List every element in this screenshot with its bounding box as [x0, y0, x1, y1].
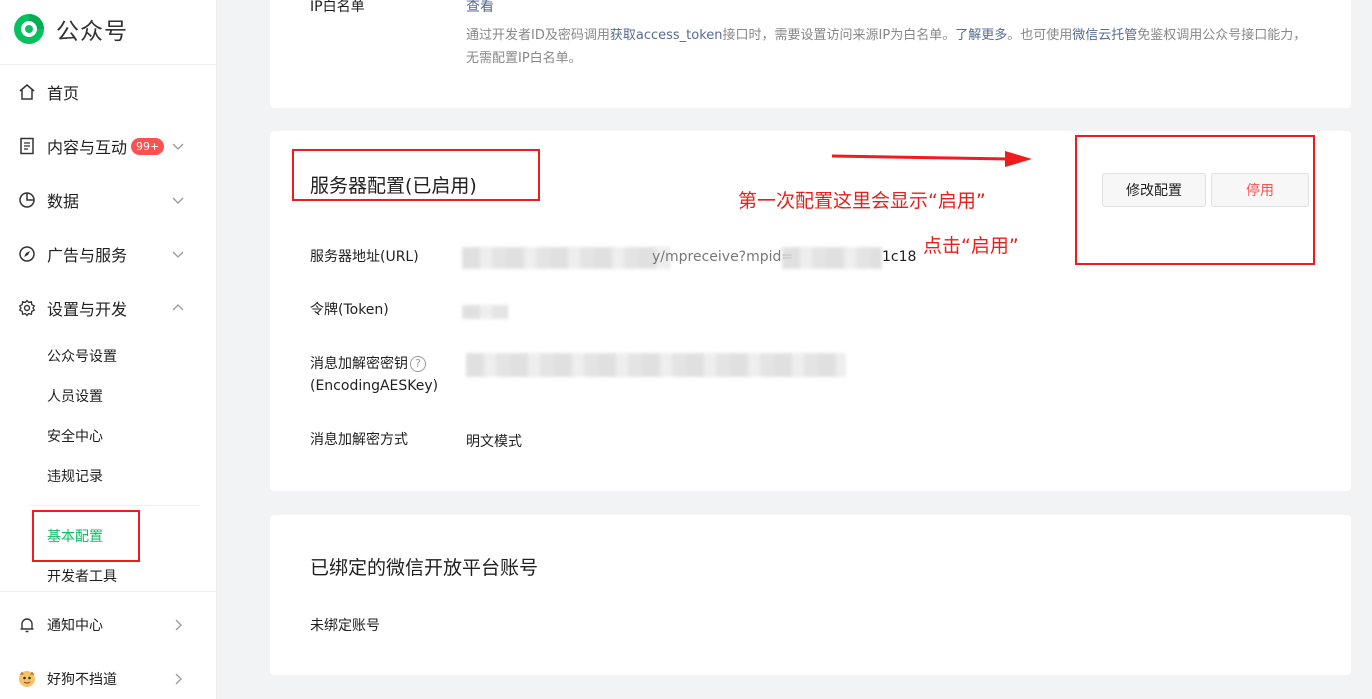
url-label: 服务器地址(URL) — [310, 249, 419, 265]
avatar — [18, 670, 36, 688]
nav-label: 好狗不挡道 — [47, 672, 117, 688]
nav-label: 内容与互动 — [47, 138, 128, 157]
bound-accounts-title: 已绑定的微信开放平台账号 — [310, 557, 539, 579]
sidebar: 公众号 首页 内容与互动 99+ 数据 广告与服务 设置与开发 公众号设置 人员… — [0, 0, 217, 699]
aes-key-label-line2: (EncodingAESKey) — [310, 378, 439, 394]
redacted-value — [466, 353, 846, 377]
nav-item-data[interactable]: 数据 — [0, 180, 217, 220]
nav-item-ads[interactable]: 广告与服务 — [0, 234, 217, 274]
chevron-up-icon — [172, 304, 184, 311]
chevron-down-icon — [172, 143, 184, 150]
bound-accounts-value: 未绑定账号 — [310, 618, 380, 634]
ip-whitelist-description: 通过开发者ID及密码调用获取access_token接口时，需要设置访问来源IP… — [466, 24, 1316, 70]
nav-item-content[interactable]: 内容与互动 99+ — [0, 126, 217, 166]
token-label: 令牌(Token) — [310, 302, 389, 318]
redacted-value — [462, 305, 508, 319]
annotation-note-click-enable: 点击“启用” — [923, 235, 1019, 257]
annotation-arrow-icon — [831, 151, 1032, 167]
nav-label: 数据 — [47, 192, 80, 211]
nav-label: 设置与开发 — [47, 300, 128, 319]
desc-text: 接口时，需要设置访问来源IP为白名单。 — [722, 28, 956, 43]
divider — [0, 64, 217, 65]
highlight-box-title — [292, 149, 540, 201]
highlight-box-buttons — [1075, 135, 1315, 265]
redacted-value — [462, 247, 670, 269]
access-token-link[interactable]: 获取access_token — [610, 28, 723, 43]
bell-icon — [18, 616, 36, 634]
encryption-mode-value: 明文模式 — [466, 434, 522, 450]
document-icon — [18, 137, 36, 155]
sub-item-dev-tools[interactable]: 开发者工具 — [47, 566, 117, 586]
divider — [0, 591, 217, 592]
nav-item-account[interactable]: 好狗不挡道 — [0, 659, 217, 699]
nav-label: 首页 — [47, 84, 80, 103]
desc-text: 。也可使用 — [1007, 28, 1073, 43]
aes-key-label: 消息加解密密钥? (EncodingAESKey) — [310, 353, 438, 397]
nav-item-home[interactable]: 首页 — [0, 72, 217, 112]
learn-more-link[interactable]: 了解更多 — [955, 28, 1007, 43]
bound-accounts-card: 已绑定的微信开放平台账号 未绑定账号 — [270, 515, 1351, 675]
encryption-mode-label: 消息加解密方式 — [310, 432, 408, 448]
chevron-down-icon — [172, 251, 184, 258]
sub-item-account-settings[interactable]: 公众号设置 — [47, 346, 117, 366]
aes-key-label-line1: 消息加解密密钥 — [310, 356, 408, 372]
wechat-cloud-hosting-link[interactable]: 微信云托管 — [1072, 28, 1137, 43]
highlight-box-basic-config — [32, 510, 140, 562]
nav-item-settings[interactable]: 设置与开发 — [0, 288, 217, 328]
desc-text: 通过开发者ID及密码调用 — [466, 28, 610, 43]
home-icon — [18, 83, 36, 101]
ip-whitelist-label: IP白名单 — [310, 0, 365, 15]
divider — [30, 505, 200, 506]
ip-whitelist-card: IP白名单 查看 通过开发者ID及密码调用获取access_token接口时，需… — [270, 0, 1351, 108]
sub-item-violations[interactable]: 违规记录 — [47, 466, 103, 486]
url-value-tail: 1c18 — [882, 249, 917, 265]
redacted-value — [782, 247, 882, 269]
view-ip-whitelist-link[interactable]: 查看 — [466, 0, 494, 16]
chevron-right-icon — [175, 619, 182, 631]
help-icon[interactable]: ? — [410, 356, 426, 372]
logo-text: 公众号 — [56, 19, 128, 45]
pie-chart-icon — [18, 191, 36, 209]
sub-item-personnel[interactable]: 人员设置 — [47, 386, 103, 406]
logo[interactable]: 公众号 — [12, 12, 128, 46]
chevron-right-icon — [175, 673, 182, 685]
gear-icon — [18, 299, 36, 317]
nav-label: 通知中心 — [47, 618, 103, 634]
compass-icon — [18, 245, 36, 263]
chevron-down-icon — [172, 197, 184, 204]
url-value: y/mpreceive?mpid= — [652, 249, 794, 265]
nav-label: 广告与服务 — [47, 246, 128, 265]
annotation-note-first-config: 第一次配置这里会显示“启用” — [738, 190, 986, 212]
sub-item-security[interactable]: 安全中心 — [47, 426, 103, 446]
unread-badge: 99+ — [131, 137, 165, 155]
wechat-official-logo-icon — [14, 14, 44, 44]
nav-item-notifications[interactable]: 通知中心 — [0, 605, 217, 645]
